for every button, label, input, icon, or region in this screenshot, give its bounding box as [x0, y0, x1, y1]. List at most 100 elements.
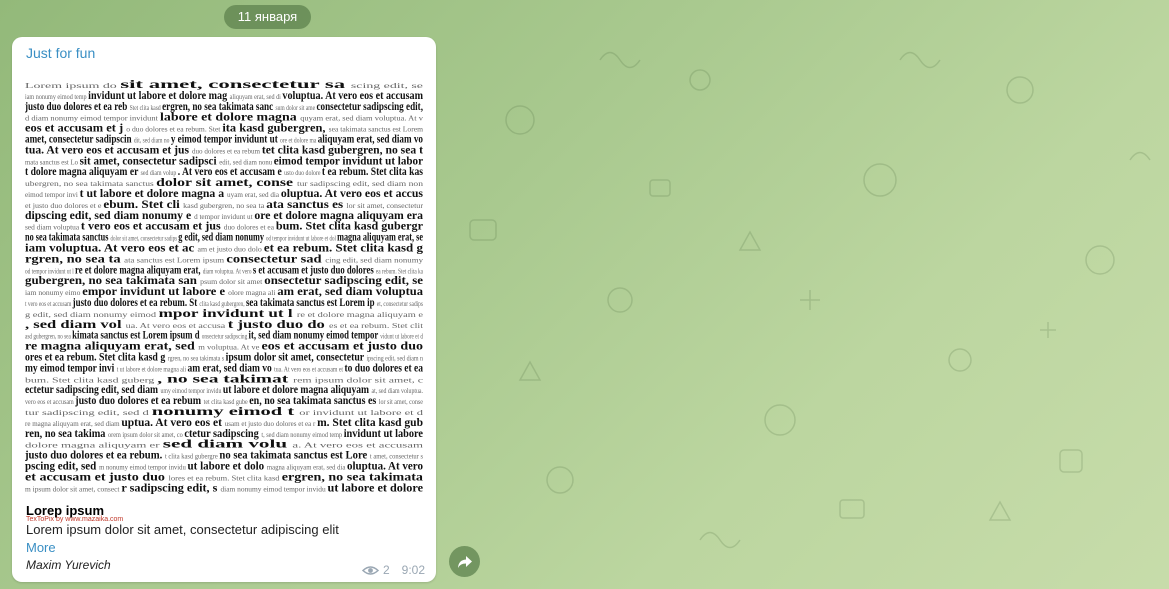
text-art-chunk: diam nonumy eimod tempor invidu	[220, 485, 327, 493]
text-art-chunk: quyam erat, sed diam voluptua. At v	[300, 115, 423, 123]
text-art-chunk: eimod tempor invi	[25, 191, 80, 199]
text-art-chunk: usam et justo duo dolores et ea r	[225, 420, 317, 428]
post-body: Lorem ipsum dolor sit amet, consectetur …	[26, 522, 339, 537]
text-art-chunk: olore magna ali	[228, 289, 277, 297]
text-art-line: m ipsum dolor sit amet, consect r sadips…	[25, 482, 423, 494]
text-art-chunk: ren, no sea takima	[25, 428, 108, 440]
post-title: Lorep ipsum	[26, 503, 105, 518]
post-image[interactable]: Lorem ipsum do sit amet, consectetur sa …	[25, 78, 423, 524]
date-label: 11 января	[237, 9, 298, 24]
text-art-chunk: d diam nonumy eimod tempor invidunt	[25, 115, 160, 123]
eye-icon	[361, 565, 379, 575]
share-button[interactable]	[449, 546, 480, 577]
text-art-chunk: r sadipscing edit, s	[121, 482, 220, 494]
text-art-chunk: t clita kasd gubergre	[165, 453, 219, 461]
text-art-chunk: rgren, no sea takimata s	[168, 355, 226, 363]
text-art-chunk: dolor sit amet, consectetur sadips	[110, 235, 178, 243]
text-art-chunk: lor sit amet, conse	[379, 398, 423, 406]
text-art-chunk: magna aliquyam erat, sed dia	[267, 464, 347, 472]
more-link[interactable]: More	[26, 540, 56, 555]
text-art-chunk: justo duo dolores et ea reb	[25, 101, 130, 113]
text-art-chunk: psum dolor sit amet	[200, 278, 264, 286]
text-art-chunk: g edit, sed diam nonumy eimod	[25, 311, 159, 319]
text-art-chunk: ea rebum. Stet clita ka	[376, 267, 423, 275]
text-art-chunk: dit, sed diam no	[134, 137, 171, 145]
text-art-chunk: tua. At vero eos et accusam et	[274, 365, 344, 373]
text-art-image: Lorem ipsum do sit amet, consectetur sa …	[25, 79, 423, 523]
text-art-chunk: sum dolor sit ame	[275, 104, 316, 112]
text-art-chunk: lor sit amet, consectetur	[346, 202, 423, 210]
text-art-chunk: mata sanctus est Lo	[25, 158, 80, 166]
text-art-chunk: tet clita kasd gube	[204, 398, 250, 406]
text-art-chunk: Lorem ipsum do	[25, 82, 120, 90]
text-art-chunk: o duo dolores et ea rebum. Stet	[126, 126, 222, 134]
text-art-chunk: edit, sed diam nonu	[219, 158, 273, 166]
text-art-chunk: vero eos et accusam	[25, 398, 75, 406]
text-art-chunk: diam voluptua. At vero	[203, 267, 253, 275]
text-art-chunk: Stet clita kasd	[130, 104, 163, 112]
date-separator: 11 января	[224, 5, 311, 29]
message-time: 9:02	[401, 563, 425, 577]
text-art-chunk: m ipsum dolor sit amet, consect	[25, 485, 121, 493]
text-art-chunk: od tempor invidunt ut labore et dol	[266, 235, 337, 243]
text-art-chunk: ubergren, no sea takimata sanctus	[25, 180, 156, 188]
text-art-chunk: my eimod tempor invi	[25, 362, 117, 374]
text-art-chunk: onsectetur sadipscing	[202, 333, 249, 341]
text-art-chunk: ata sanctus est Lorem ipsum	[124, 256, 226, 264]
view-count: 2	[382, 563, 390, 577]
channel-post-message[interactable]: Just for fun Lorem ipsum do sit amet, co…	[12, 37, 436, 582]
text-art-chunk: t ut labore et dolore magna ali	[117, 365, 188, 373]
text-art-chunk: duo dolores et ea rebum	[192, 147, 262, 155]
text-art-chunk: rem ipsum dolor sit amet, c	[293, 376, 423, 384]
text-art-chunk: sed diam voluptua	[25, 224, 81, 232]
text-art-chunk: ut labore et dolo	[188, 461, 267, 473]
text-art-chunk: kasd gubergren, no sea ta	[183, 202, 266, 210]
text-art-chunk: m voluptua. At ve	[198, 344, 261, 352]
text-art-chunk: sed diam volup	[141, 169, 178, 177]
text-art-chunk: vidunt ut labore et d	[380, 333, 423, 341]
text-art-chunk: tur sadipscing edit, sed d	[25, 409, 152, 417]
text-art-chunk: re et dolore magna aliquyam e	[297, 311, 423, 319]
text-art-chunk: t, sed diam nonumy eimod temp	[261, 431, 343, 439]
text-art-chunk: iam nonumy eimo	[25, 289, 82, 297]
text-art-chunk: usto duo dolore	[284, 169, 322, 177]
text-art-chunk: duo dolores et ea	[224, 224, 276, 232]
text-art-chunk: tur sadipscing edit, sed diam non	[297, 180, 423, 188]
text-art-chunk: t dolore magna aliquyam er	[25, 166, 141, 178]
text-art-chunk: orem ipsum dolor sit amet, co	[108, 431, 184, 439]
text-art-chunk: m nonumy eimod tempor invidu	[99, 464, 187, 472]
text-art-chunk: or invidunt ut labore et d	[299, 409, 423, 417]
text-art-chunk: consectetur sadipscing edit,	[316, 101, 423, 113]
text-art-chunk: iam nonumy eimod temp	[25, 93, 88, 101]
text-art-chunk: bum. Stet clita kasd guberg	[25, 376, 157, 384]
text-art-chunk: t ea rebum. Stet clita kas	[322, 166, 423, 178]
text-art-chunk: a. At vero eos et accusam	[292, 442, 423, 450]
text-art-chunk: re magna aliquyam erat, sed diam	[25, 420, 121, 428]
text-art-chunk: at, sed diam voluptua.	[371, 387, 423, 395]
text-art-chunk: t amet, consectetur s	[370, 453, 423, 461]
text-art-chunk: dolore magna aliquyam er	[25, 442, 163, 450]
text-art-chunk: ipscing edit, sed diam n	[366, 355, 423, 363]
text-art-chunk: asd gubergren, no sea	[25, 333, 72, 341]
text-art-chunk: ua. At vero eos et accusa	[126, 322, 228, 330]
text-art-chunk: sea takimata sanctus est Lorem	[329, 126, 423, 134]
text-art-line: eimod tempor invi t ut labore et dolore …	[25, 188, 423, 200]
post-author: Maxim Yurevich	[26, 558, 111, 572]
text-art-chunk: aliquyam erat, sed di	[230, 93, 283, 101]
text-art-chunk: ut labore et dolore	[328, 482, 423, 494]
text-art-chunk: uyam erat, sed dia	[227, 191, 281, 199]
text-art-chunk: invidunt ut labore	[344, 428, 423, 440]
text-art-chunk: es et ea rebum. Stet clit	[329, 322, 423, 330]
channel-name[interactable]: Just for fun	[26, 45, 95, 61]
text-art-chunk: d tempor invidunt ut	[194, 213, 254, 221]
text-art-chunk: clita kasd gubergren,	[199, 300, 246, 308]
text-art-chunk: am et justo duo dolo	[197, 246, 263, 254]
text-art-chunk: to duo dolores et ea	[345, 362, 423, 374]
text-art-chunk: t vero eos et accusam	[25, 300, 73, 308]
text-art-chunk: et justo duo dolores et e	[25, 202, 103, 210]
text-art-chunk: umy eimod tempor invidu	[160, 387, 222, 395]
message-meta: 2 9:02	[361, 563, 425, 577]
share-arrow-icon	[457, 555, 472, 568]
text-art-chunk: et, consectetur sadips	[377, 300, 423, 308]
text-art-chunk: od tempor invidunt ut l	[25, 267, 75, 275]
